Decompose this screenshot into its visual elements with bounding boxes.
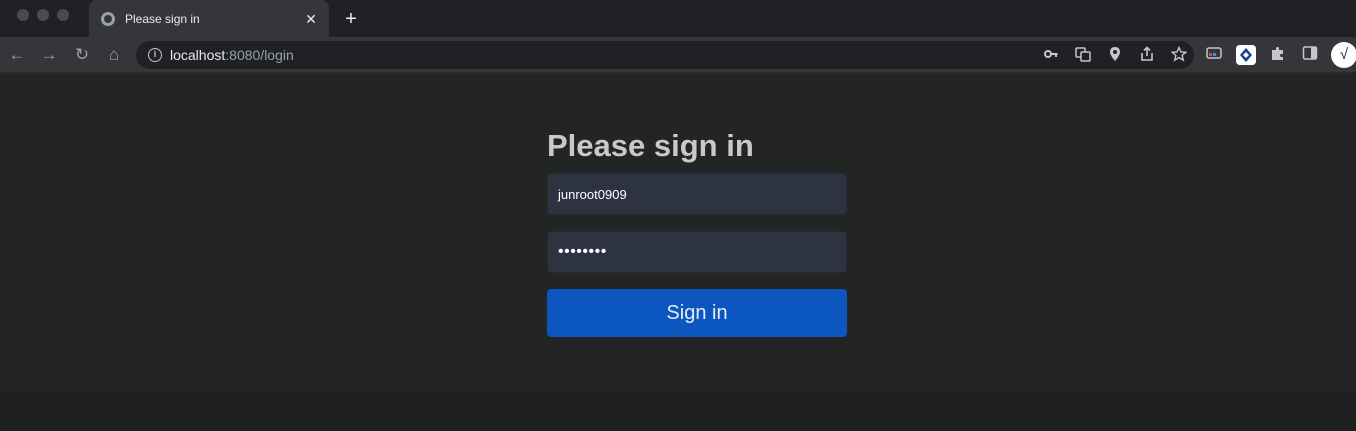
minimize-window-dot[interactable] [37,9,49,21]
extension-app-icon[interactable] [1236,45,1256,65]
home-icon[interactable]: ⌂ [102,43,126,67]
url-text[interactable]: localhost:8080/login [170,47,294,63]
reload-icon[interactable]: ↻ [70,43,94,67]
key-icon[interactable] [1042,46,1060,64]
page-footer-band [0,392,1356,431]
browser-titlebar: Please sign in ✕ + [0,0,1356,37]
url-path: :8080/login [225,47,294,63]
close-window-dot[interactable] [17,9,29,21]
url-host: localhost [170,47,226,63]
browser-tab[interactable]: Please sign in ✕ [89,0,329,37]
forward-arrow-icon[interactable]: → [37,43,61,67]
tab-close-icon[interactable]: ✕ [303,11,319,27]
password-input[interactable]: •••••••• [547,231,847,273]
zoom-window-dot[interactable] [57,9,69,21]
profile-avatar[interactable]: √ [1331,42,1356,68]
globe-icon [101,11,115,26]
back-arrow-icon[interactable]: ← [5,43,29,67]
tab-title: Please sign in [125,11,200,26]
page-title: Please sign in [547,128,754,163]
bookmark-star-icon[interactable] [1170,45,1188,64]
site-info-icon[interactable]: i [148,48,162,62]
address-bar[interactable]: i localhost:8080/login [136,41,1194,69]
extension-toolbar [1204,45,1320,65]
side-panel-icon[interactable] [1300,45,1320,65]
translate-icon[interactable] [1074,46,1092,64]
sign-in-button[interactable]: Sign in [547,289,847,337]
share-icon[interactable] [1138,46,1156,64]
reading-list-icon[interactable] [1204,45,1224,65]
page-content: Please sign in junroot0909 •••••••• Sign… [0,73,1356,392]
username-input[interactable]: junroot0909 [547,173,847,215]
address-bar-actions [1042,41,1188,69]
new-tab-button[interactable]: + [340,8,362,30]
extensions-puzzle-icon[interactable] [1268,45,1288,65]
browser-toolbar: ← → ↻ ⌂ i localhost:8080/login [0,37,1356,73]
location-pin-icon[interactable] [1106,46,1124,64]
